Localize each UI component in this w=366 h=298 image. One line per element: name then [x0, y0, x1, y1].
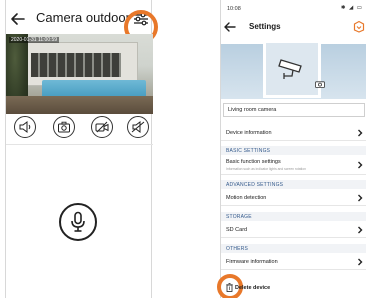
speaker-button[interactable]: [14, 116, 36, 138]
section-advanced-settings: ADVANCED SETTINGS: [221, 180, 366, 189]
arrow-left-icon[interactable]: [8, 9, 28, 29]
row-label: Firmware information: [226, 259, 278, 265]
talk-button[interactable]: [59, 203, 97, 241]
controls-divider: [6, 144, 153, 145]
camera-live-feed[interactable]: 2020-01-31 11:00:59 HD: [6, 34, 153, 114]
microphone-icon: [71, 211, 85, 232]
section-others: OTHERS: [221, 244, 366, 253]
screenshot-camera-icon: [58, 121, 70, 133]
record-video-icon: [95, 121, 109, 133]
motion-detection-row[interactable]: Motion detection: [221, 189, 366, 206]
section-storage: STORAGE: [221, 212, 366, 221]
arrow-left-icon[interactable]: [223, 20, 237, 34]
trash-icon: [226, 283, 233, 292]
firmware-row[interactable]: Firmware information: [221, 253, 366, 270]
section-basic-settings: BASIC SETTINGS: [221, 146, 366, 155]
feed-deck: [6, 96, 153, 114]
delete-device-label: Delete device: [235, 285, 271, 291]
feed-timestamp: 2020-01-31 11:00:59: [9, 37, 60, 43]
sd-card-row[interactable]: SD Card: [221, 221, 366, 238]
share-box-icon[interactable]: [353, 20, 365, 33]
chevron-right-icon: [358, 226, 363, 234]
row-label: Motion detection: [226, 195, 267, 201]
chevron-right-icon: [358, 194, 363, 202]
basic-function-row[interactable]: Basic function settings Information such…: [221, 155, 366, 175]
live-header: Camera outdoor: [6, 8, 158, 44]
row-label: Basic function settings: [226, 159, 281, 165]
mute-button[interactable]: [127, 116, 149, 138]
device-name-field[interactable]: Living room camera: [223, 103, 365, 117]
page-title: Camera outdoor: [36, 10, 130, 25]
screenshot-button[interactable]: [53, 116, 75, 138]
security-camera-icon: [278, 59, 302, 79]
row-label: Device information: [226, 130, 272, 136]
change-photo-camera-icon[interactable]: [315, 80, 325, 88]
record-button[interactable]: [91, 116, 113, 138]
chevron-right-icon: [358, 129, 363, 137]
chevron-right-icon: [358, 258, 363, 266]
mute-speaker-icon: [131, 121, 145, 133]
page-title: Settings: [249, 22, 281, 31]
device-thumbnail[interactable]: [263, 40, 321, 98]
row-label: SD Card: [226, 227, 248, 233]
status-icons: ✱ ◢ ▭: [340, 5, 363, 11]
device-information-row[interactable]: Device information: [221, 124, 366, 141]
camera-live-screen: Camera outdoor 2020-01-31 11:00:59 HD: [5, 0, 158, 298]
speaker-icon: [19, 121, 31, 133]
camera-controls: [6, 116, 153, 142]
status-time: 10:08: [227, 6, 241, 12]
row-sublabel: Information such as indicator lights and…: [226, 167, 306, 171]
chevron-right-icon: [358, 161, 363, 169]
delete-device-button[interactable]: Delete device: [217, 274, 366, 298]
settings-screen: 10:08 ✱ ◢ ▭ Settings Living room camera …: [217, 0, 366, 298]
settings-header: Settings: [221, 17, 366, 39]
status-bar: 10:08 ✱ ◢ ▭: [221, 4, 366, 14]
